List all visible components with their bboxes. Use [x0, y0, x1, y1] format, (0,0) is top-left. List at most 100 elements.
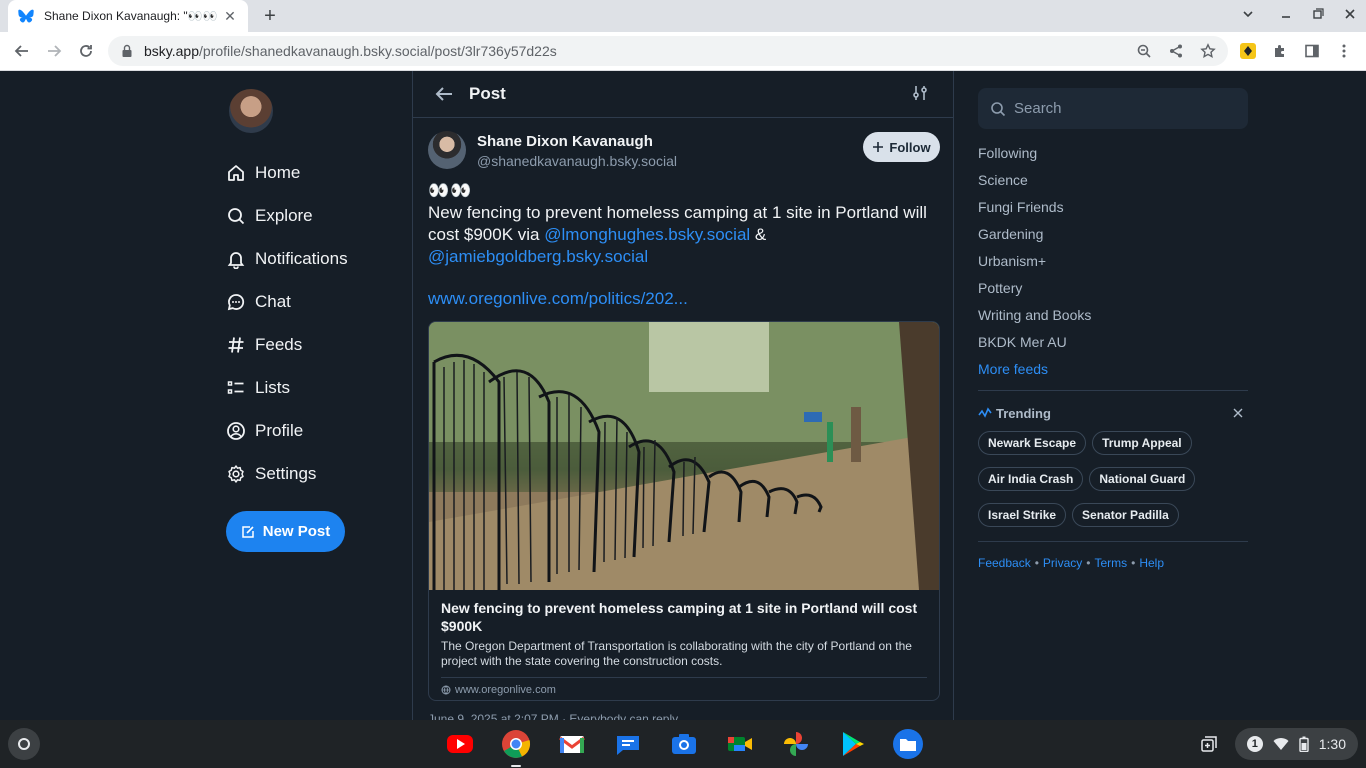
feed-link-bkdk-mer-au[interactable]: BKDK Mer AU	[978, 333, 1248, 360]
feed-link-gardening[interactable]: Gardening	[978, 225, 1248, 252]
play-store-app-icon[interactable]	[834, 726, 870, 762]
tab-strip: Shane Dixon Kavanaugh: "👀👀 ✕ +	[0, 0, 1366, 32]
browser-tab[interactable]: Shane Dixon Kavanaugh: "👀👀 ✕	[8, 0, 248, 32]
list-icon	[227, 380, 244, 394]
nav-item-lists[interactable]: Lists	[226, 366, 406, 409]
trending-topic[interactable]: National Guard	[1089, 467, 1196, 491]
restore-icon[interactable]	[1306, 4, 1330, 28]
feed-link-urbanism[interactable]: Urbanism+	[978, 252, 1248, 279]
messages-app-icon[interactable]	[610, 726, 646, 762]
nav-item-feeds[interactable]: Feeds	[226, 323, 406, 366]
author-avatar[interactable]	[428, 131, 466, 169]
trending-topic[interactable]: Israel Strike	[978, 503, 1067, 527]
chrome-app-icon[interactable]	[498, 726, 534, 767]
nav-item-settings[interactable]: Settings	[226, 452, 406, 495]
new-tab-button[interactable]: +	[258, 4, 282, 28]
nav-item-explore[interactable]: Explore	[226, 194, 406, 237]
url-host: bsky.app	[144, 43, 199, 59]
search-box[interactable]	[978, 88, 1248, 129]
url-text: bsky.app/profile/shanedkavanaugh.bsky.so…	[144, 43, 557, 59]
meet-app-icon[interactable]	[722, 726, 758, 762]
sliders-icon[interactable]	[911, 84, 929, 102]
page-title: Post	[469, 84, 506, 103]
extensions-puzzle-icon[interactable]	[1268, 39, 1292, 63]
bookmark-star-icon[interactable]	[1196, 39, 1220, 63]
trending-header: Trending	[978, 405, 1248, 421]
feed-link-fungi-friends[interactable]: Fungi Friends	[978, 198, 1248, 225]
zoom-icon[interactable]	[1132, 39, 1156, 63]
nav-item-chat[interactable]: Chat	[226, 280, 406, 323]
privacy-link[interactable]: Privacy	[1043, 556, 1082, 570]
trending-topic[interactable]: Air India Crash	[978, 467, 1084, 491]
new-post-button[interactable]: New Post	[226, 511, 345, 552]
feed-link-following[interactable]: Following	[978, 144, 1248, 171]
camera-app-icon[interactable]	[666, 726, 702, 762]
back-icon[interactable]	[10, 39, 34, 63]
photos-app-icon[interactable]	[778, 726, 814, 762]
tab-close-icon[interactable]: ✕	[222, 8, 238, 24]
nav-item-home[interactable]: Home	[226, 151, 406, 194]
browser-menu-icon[interactable]	[1332, 39, 1356, 63]
files-app-icon[interactable]	[890, 726, 926, 762]
trending-topic[interactable]: Trump Appeal	[1092, 431, 1192, 455]
wifi-icon	[1273, 738, 1289, 750]
nav-label-lists: Lists	[255, 377, 290, 397]
nav-item-notifications[interactable]: Notifications	[226, 237, 406, 280]
nav-label-feeds: Feeds	[255, 334, 303, 354]
launcher-button[interactable]	[8, 728, 40, 760]
address-bar[interactable]: bsky.app/profile/shanedkavanaugh.bsky.so…	[108, 36, 1228, 66]
trending-topic[interactable]: Senator Padilla	[1072, 503, 1179, 527]
nav-item-profile[interactable]: Profile	[226, 409, 406, 452]
feedback-link[interactable]: Feedback	[978, 556, 1031, 570]
trending-label: Trending	[996, 405, 1051, 421]
minimize-icon[interactable]	[1274, 4, 1298, 28]
plus-icon	[873, 142, 884, 152]
reload-icon[interactable]	[74, 39, 98, 63]
post-meta: June 9, 2025 at 2:07 PM · Everybody can …	[428, 712, 679, 720]
feed-link-science[interactable]: Science	[978, 171, 1248, 198]
search-input[interactable]	[1014, 100, 1214, 117]
back-arrow-icon[interactable]	[433, 83, 455, 105]
post-thread: Post Shane Dixon Kavanaugh @shanedkavana…	[412, 71, 954, 720]
help-link[interactable]: Help	[1139, 556, 1164, 570]
url-path: /profile/shanedkavanaugh.bsky.social/pos…	[199, 43, 557, 59]
article-link[interactable]: www.oregonlive.com/politics/202...	[428, 289, 688, 308]
new-post-label: New Post	[262, 523, 331, 540]
side-panel-icon[interactable]	[1300, 39, 1324, 63]
my-avatar[interactable]	[229, 89, 273, 133]
mention-link-2[interactable]: @jamiebgoldberg.bsky.social	[428, 247, 648, 266]
gear-icon	[228, 464, 244, 483]
nav-label-settings: Settings	[255, 463, 317, 483]
follow-button[interactable]: Follow	[863, 132, 940, 162]
author-handle[interactable]: @shanedkavanaugh.bsky.social	[477, 153, 677, 169]
notification-badge: 1	[1246, 736, 1263, 752]
nav-label-chat: Chat	[255, 291, 291, 311]
tab-search-chevron-icon[interactable]	[1236, 4, 1260, 28]
article-thumbnail	[429, 322, 939, 590]
feed-link-writing-and-books[interactable]: Writing and Books	[978, 306, 1248, 333]
pinned-apps	[442, 726, 926, 767]
more-feeds-link[interactable]: More feeds	[978, 360, 1248, 387]
trending-topic[interactable]: Newark Escape	[978, 431, 1087, 455]
system-tray-button[interactable]: 1 1:30	[1234, 728, 1358, 760]
close-window-icon[interactable]	[1338, 4, 1362, 28]
share-icon[interactable]	[1164, 39, 1188, 63]
close-trending-icon[interactable]	[1232, 407, 1244, 419]
extension-vpn-icon[interactable]	[1236, 39, 1260, 63]
battery-icon	[1299, 736, 1309, 752]
browser-toolbar: bsky.app/profile/shanedkavanaugh.bsky.so…	[0, 32, 1366, 71]
right-sidebar: Following Science Fungi Friends Gardenin…	[978, 88, 1248, 570]
mention-link-1[interactable]: @lmonghughes.bsky.social	[544, 225, 750, 244]
sidebar-divider	[978, 390, 1248, 391]
follow-label: Follow	[889, 139, 931, 155]
author-name[interactable]: Shane Dixon Kavanaugh	[477, 133, 653, 150]
link-preview-card[interactable]: New fencing to prevent homeless camping …	[428, 321, 940, 701]
forward-icon[interactable]	[42, 39, 66, 63]
clock: 1:30	[1318, 736, 1346, 752]
terms-link[interactable]: Terms	[1094, 556, 1127, 570]
youtube-app-icon[interactable]	[442, 726, 478, 762]
feed-link-pottery[interactable]: Pottery	[978, 279, 1248, 306]
gmail-app-icon[interactable]	[554, 726, 590, 762]
tab-title: Shane Dixon Kavanaugh: "👀👀	[44, 9, 218, 23]
tote-icon[interactable]	[1193, 728, 1225, 760]
